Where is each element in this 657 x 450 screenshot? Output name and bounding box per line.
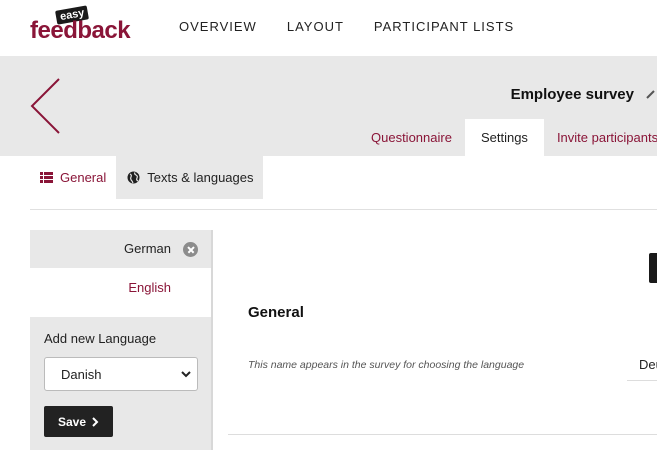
subtab-texts-languages[interactable]: Texts & languages (116, 156, 264, 199)
language-select[interactable]: Danish (44, 357, 198, 391)
save-button-label: Save (57, 414, 87, 429)
subtab-general[interactable]: General (30, 156, 116, 199)
settings-subtabs: General Texts & languages (30, 156, 264, 199)
language-item-german[interactable]: German (30, 230, 211, 268)
tab-settings[interactable]: Settings (464, 119, 544, 156)
remove-circle-icon[interactable] (183, 242, 198, 257)
nav-overview[interactable]: OVERVIEW (179, 19, 257, 34)
globe-icon (127, 171, 140, 184)
survey-tabs: Questionnaire Settings Invite participan… (358, 119, 657, 156)
main-nav: OVERVIEW LAYOUT PARTICIPANT LISTS (179, 19, 514, 34)
action-button-edge[interactable] (649, 253, 657, 283)
tab-invite-participants[interactable]: Invite participants (544, 119, 657, 156)
tab-questionnaire[interactable]: Questionnaire (358, 119, 465, 156)
section-title: General (248, 304, 304, 321)
language-name-input[interactable]: Deutsch (627, 348, 657, 381)
language-select-value: Danish (61, 367, 102, 382)
survey-title: Employee survey (510, 86, 634, 103)
chevron-right-icon (92, 416, 99, 427)
language-item-english[interactable]: English (30, 268, 211, 306)
top-navigation: easy feedback OVERVIEW LAYOUT PARTICIPAN… (0, 0, 657, 56)
pencil-icon[interactable] (645, 88, 657, 100)
subtab-texts-label: Texts & languages (147, 170, 254, 185)
nav-layout[interactable]: LAYOUT (287, 19, 344, 34)
easyfeedback-logo[interactable]: easy feedback (30, 5, 131, 44)
language-panel: German English Add new Language Danish S… (30, 230, 213, 450)
back-arrow-icon[interactable] (30, 78, 62, 134)
language-label: German (124, 241, 171, 256)
subtab-general-label: General (60, 170, 107, 185)
add-language-title: Add new Language (44, 331, 157, 346)
logo-feedback-text: feedback (30, 17, 131, 44)
nav-participant-lists[interactable]: PARTICIPANT LISTS (374, 19, 514, 34)
field-hint: This name appears in the survey for choo… (248, 359, 525, 371)
divider (30, 209, 657, 210)
add-language-box: Add new Language Danish Save (30, 317, 211, 450)
chevron-down-icon (181, 371, 191, 378)
panel-divider (211, 230, 213, 450)
language-label: English (128, 280, 171, 295)
save-button[interactable]: Save (44, 406, 113, 437)
survey-header: Employee survey Questionnaire Settings I… (0, 56, 657, 156)
list-icon (40, 172, 53, 183)
divider (228, 434, 657, 435)
